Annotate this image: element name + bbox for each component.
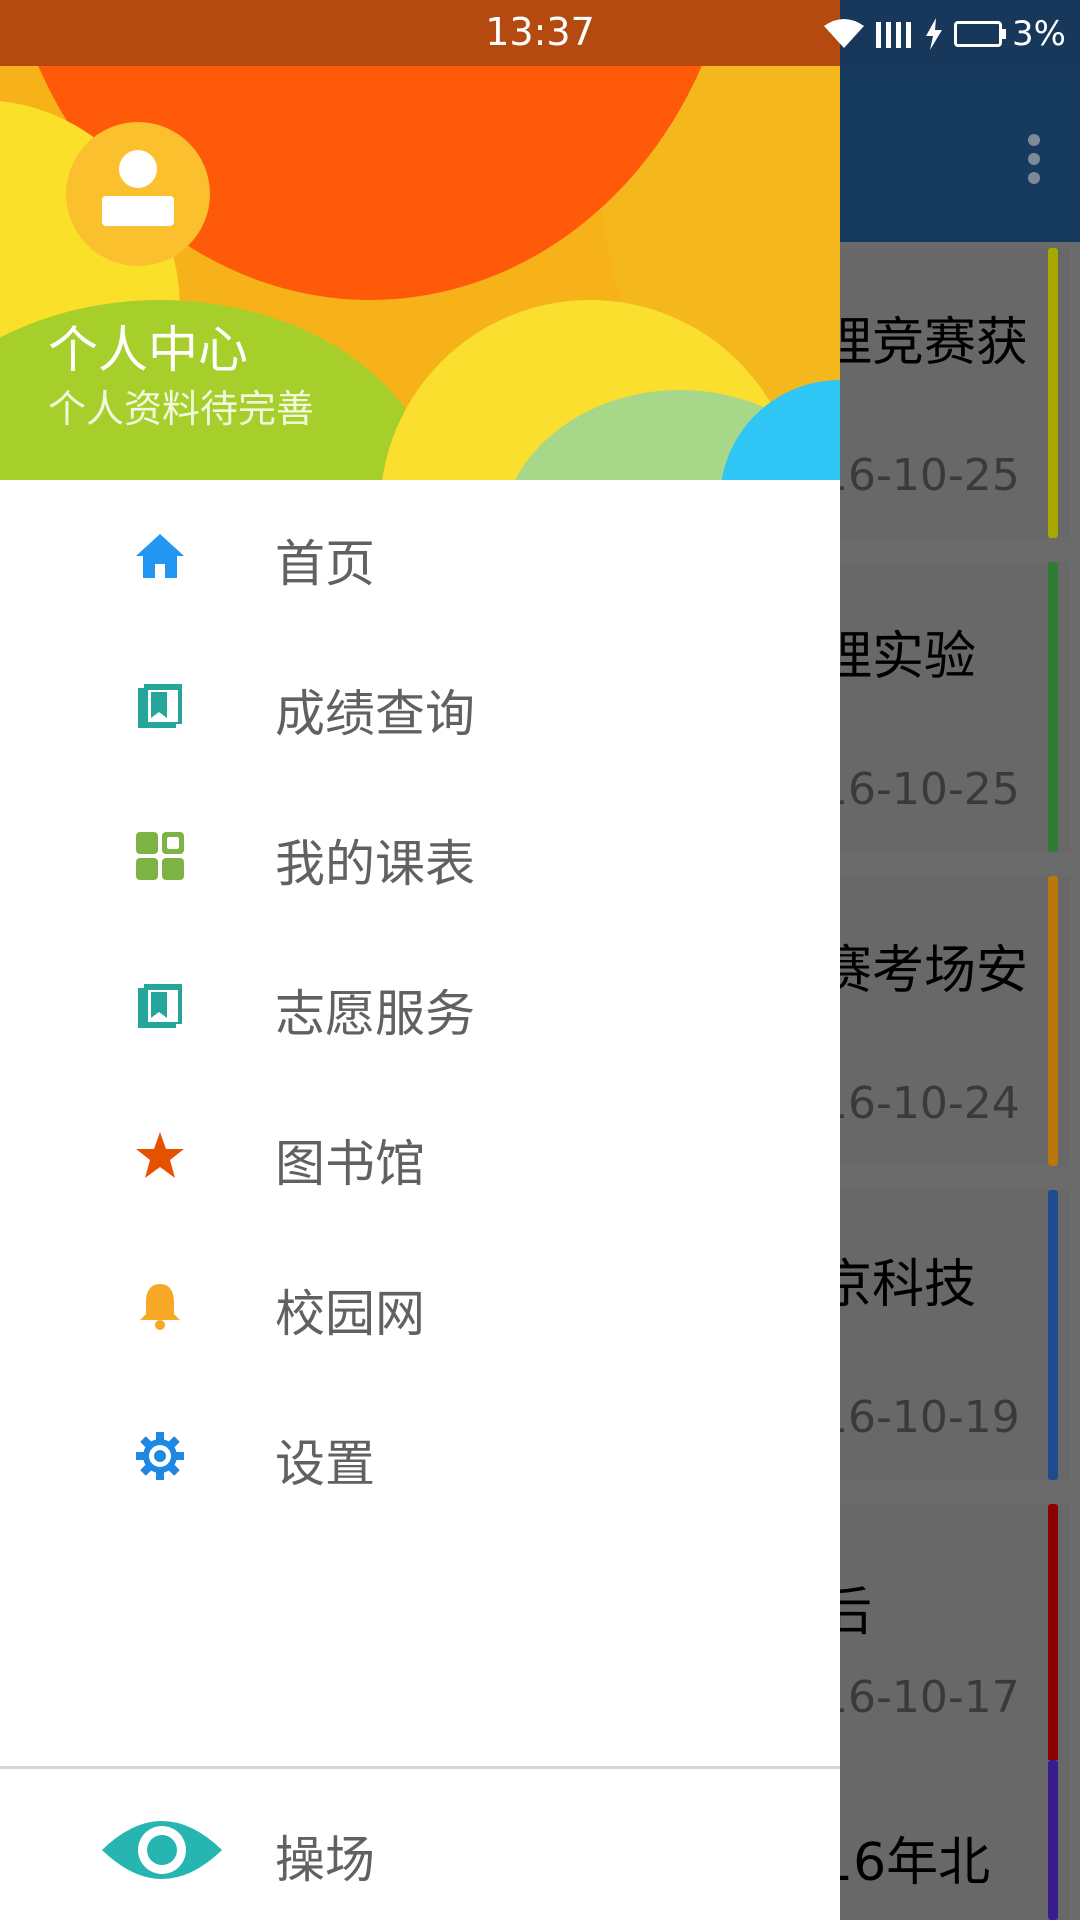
menu-item-library[interactable]: 图书馆 (0, 1080, 840, 1230)
news-card-date: 16-10-17 (820, 1672, 1020, 1723)
menu-item-playground[interactable]: 操场 (0, 1770, 840, 1920)
book-icon (138, 984, 182, 1028)
news-card-date: 16-10-24 (820, 1078, 1020, 1129)
star-icon (136, 1132, 184, 1178)
news-card-stripe (1048, 1504, 1058, 1794)
gear-icon (136, 1432, 184, 1480)
menu-item-timetable[interactable]: 我的课表 (0, 780, 840, 930)
news-card-title: 理竞赛获 (820, 313, 1029, 373)
news-card-stripe (1048, 248, 1058, 538)
menu-item-home[interactable]: 首页 (0, 480, 840, 630)
news-card-stripe (1048, 1760, 1058, 1920)
profile-subtitle: 个人资料待完善 (48, 387, 315, 431)
menu-item-label: 志愿服务 (275, 985, 475, 1043)
news-card-title: 赛考场安 (820, 941, 1029, 1001)
menu-item-label: 首页 (275, 535, 375, 593)
status-icons: 3% (824, 12, 1066, 56)
news-card-date: 16-10-25 (820, 450, 1020, 501)
menu-item-label: 图书馆 (275, 1135, 425, 1193)
news-card-stripe (1048, 1190, 1058, 1480)
menu-item-label: 设置 (275, 1435, 375, 1493)
news-card[interactable]: 后 16-10-17 (820, 1504, 1070, 1794)
book-icon (138, 684, 182, 728)
news-card-title: 理实验 (820, 627, 977, 687)
menu-item-label: 校园网 (275, 1285, 425, 1343)
menu-item-campus-network[interactable]: 校园网 (0, 1230, 840, 1380)
news-card-date: 16-10-25 (820, 764, 1020, 815)
eye-icon (102, 1821, 222, 1879)
menu-item-label: 操场 (275, 1831, 375, 1889)
news-card[interactable]: 理竞赛获 16-10-25 (820, 248, 1070, 538)
menu-item-grades[interactable]: 成绩查询 (0, 630, 840, 780)
signal-icon (876, 22, 912, 48)
menu-item-settings[interactable]: 设置 (0, 1380, 840, 1530)
status-bar: 13:37 3% (0, 0, 1080, 66)
overflow-menu-icon[interactable] (1028, 134, 1040, 184)
news-card-title: 京科技 (820, 1255, 977, 1315)
bell-icon (140, 1284, 180, 1330)
news-card-title: 后 (820, 1583, 873, 1643)
news-card[interactable]: 理实验 16-10-25 (820, 562, 1070, 852)
navigation-drawer: 个人中心 个人资料待完善 首页 成绩查询 我的课表 志愿服务 图书馆 校园网 设… (0, 0, 840, 1920)
avatar[interactable] (66, 122, 210, 266)
charging-icon (926, 18, 943, 50)
news-card-date: 16-10-19 (820, 1392, 1020, 1443)
news-card[interactable]: 赛考场安 16-10-24 (820, 876, 1070, 1166)
news-card-stripe (1048, 876, 1058, 1166)
status-time: 13:37 (485, 10, 595, 54)
profile-name: 个人中心 (48, 321, 248, 379)
news-card-title: 16年北 (820, 1833, 991, 1893)
news-card[interactable]: 16年北 (820, 1760, 1070, 1920)
menu-item-label: 成绩查询 (275, 685, 475, 743)
battery-percent: 3% (1012, 14, 1066, 54)
news-card[interactable]: 京科技 16-10-19 (820, 1190, 1070, 1480)
menu-item-label: 我的课表 (275, 835, 475, 893)
drawer-header[interactable]: 个人中心 个人资料待完善 (0, 0, 840, 480)
menu-item-volunteer[interactable]: 志愿服务 (0, 930, 840, 1080)
home-icon (136, 534, 184, 578)
news-card-stripe (1048, 562, 1058, 852)
drawer-menu: 首页 成绩查询 我的课表 志愿服务 图书馆 校园网 设置 (0, 480, 840, 1530)
grid-icon (136, 832, 184, 880)
wifi-icon (824, 19, 865, 48)
divider (0, 1766, 840, 1769)
battery-icon (954, 21, 1007, 47)
